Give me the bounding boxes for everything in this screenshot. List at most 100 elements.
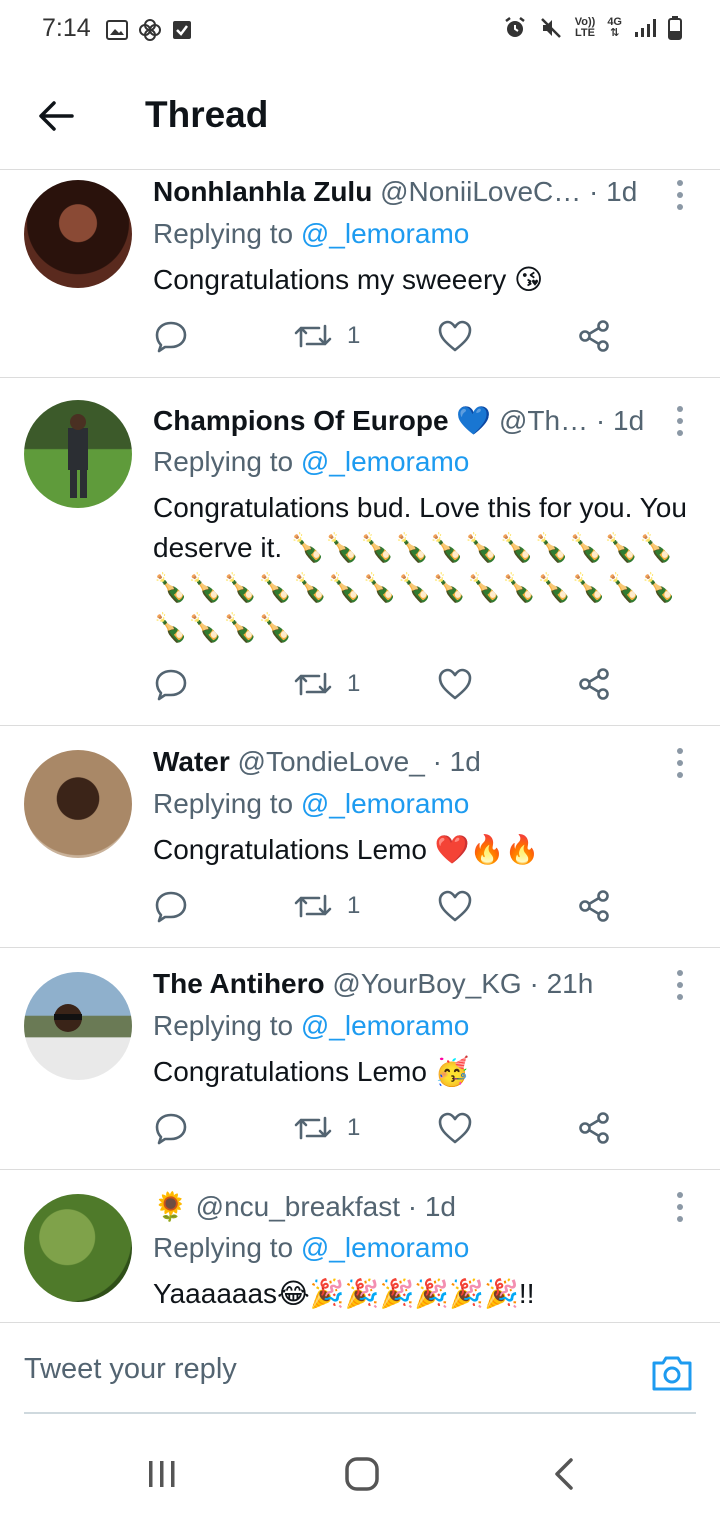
retweet-icon xyxy=(294,324,332,348)
thread-header: Thread xyxy=(0,60,720,170)
tweet-actions: 1 xyxy=(153,316,633,356)
reply-feed[interactable]: Nonhlanhla Zulu @NoniiLoveC… · 1d Replyi… xyxy=(0,170,720,1322)
share-button[interactable] xyxy=(577,886,611,926)
nav-back-button[interactable] xyxy=(534,1454,594,1494)
retweet-button[interactable]: 1 xyxy=(293,886,360,926)
author-name[interactable]: Water xyxy=(153,746,230,777)
author-handle[interactable]: @TondieLove_ xyxy=(238,746,425,777)
gallery-notification-icon xyxy=(106,20,128,40)
avatar[interactable] xyxy=(24,180,132,288)
reply-button[interactable] xyxy=(153,1108,189,1148)
mention-link[interactable]: @_lemoramo xyxy=(301,1232,469,1263)
reply-icon xyxy=(155,669,187,701)
author-handle[interactable]: @ncu_breakfast xyxy=(196,1191,400,1222)
reply-icon xyxy=(155,321,187,353)
mention-link[interactable]: @_lemoramo xyxy=(301,218,469,249)
retweet-icon xyxy=(294,1116,332,1140)
tweet-item[interactable]: The Antihero @YourBoy_KG · 21h Replying … xyxy=(0,948,720,1170)
like-button[interactable] xyxy=(437,316,473,356)
pinwheel-notification-icon xyxy=(139,19,161,41)
like-icon xyxy=(438,668,472,700)
retweet-button[interactable]: 1 xyxy=(293,1108,360,1148)
nav-back-icon xyxy=(555,1458,573,1490)
checkbox-notification-icon xyxy=(173,21,191,39)
tweet-text: Congratulations Lemo 🥳 xyxy=(153,1056,470,1087)
back-button[interactable] xyxy=(30,90,82,142)
like-icon xyxy=(438,1112,472,1144)
avatar[interactable] xyxy=(24,750,132,858)
reply-button[interactable] xyxy=(153,886,189,926)
share-icon xyxy=(579,1112,609,1144)
share-button[interactable] xyxy=(577,1108,611,1148)
more-options-icon[interactable] xyxy=(670,406,690,436)
author-handle[interactable]: @YourBoy_KG xyxy=(332,968,521,999)
more-options-icon[interactable] xyxy=(670,970,690,1000)
avatar[interactable] xyxy=(24,400,132,508)
reply-input[interactable] xyxy=(24,1353,584,1386)
system-nav-bar xyxy=(0,1414,720,1520)
author-handle[interactable]: @NoniiLoveC… xyxy=(380,176,581,207)
camera-icon xyxy=(652,1356,692,1391)
tweet-text: Congratulations my sweeery 😘 xyxy=(153,264,544,295)
recents-button[interactable] xyxy=(132,1454,192,1494)
tweet-time: · 21h xyxy=(529,968,594,999)
like-icon xyxy=(438,320,472,352)
tweet-time: · 1d xyxy=(589,176,638,207)
replying-to: Replying to @_lemoramo xyxy=(153,1232,470,1263)
like-icon xyxy=(438,890,472,922)
recents-icon xyxy=(149,1461,175,1487)
author-handle[interactable]: @Th… xyxy=(499,405,588,436)
tweet-item[interactable]: 🌻 @ncu_breakfast · 1d Replying to @_lemo… xyxy=(0,1170,720,1322)
author-name[interactable]: Champions Of Europe 💙 xyxy=(153,405,491,436)
replying-to: Replying to @_lemoramo xyxy=(153,218,470,249)
retweet-count: 1 xyxy=(347,892,361,919)
author-name[interactable]: The Antihero xyxy=(153,968,325,999)
mention-link[interactable]: @_lemoramo xyxy=(301,1010,469,1041)
tweet-time: · 1d xyxy=(595,405,645,436)
volte-indicator: Vo)) LTE xyxy=(574,16,596,39)
avatar[interactable] xyxy=(24,1194,132,1302)
reply-button[interactable] xyxy=(153,316,189,356)
home-button[interactable] xyxy=(332,1454,392,1494)
tweet-time: · 1d xyxy=(407,1191,456,1222)
like-button[interactable] xyxy=(437,664,473,704)
alarm-icon xyxy=(504,17,525,37)
retweet-count: 1 xyxy=(347,1114,361,1141)
reply-icon xyxy=(155,1113,187,1145)
author-name[interactable]: 🌻 xyxy=(153,1191,188,1222)
tweet-text: Congratulations Lemo ❤️🔥🔥 xyxy=(153,834,540,865)
retweet-count: 1 xyxy=(347,322,361,349)
back-arrow-icon xyxy=(39,101,74,131)
avatar[interactable] xyxy=(24,972,132,1080)
share-button[interactable] xyxy=(577,316,611,356)
camera-button[interactable] xyxy=(650,1353,694,1393)
more-options-icon[interactable] xyxy=(670,748,690,778)
page-title: Thread xyxy=(145,94,269,135)
mute-icon xyxy=(540,18,561,38)
retweet-button[interactable]: 1 xyxy=(293,664,360,704)
author-name[interactable]: Nonhlanhla Zulu xyxy=(153,176,372,207)
battery-icon xyxy=(668,16,682,40)
mention-link[interactable]: @_lemoramo xyxy=(301,446,469,477)
more-options-icon[interactable] xyxy=(670,1192,690,1222)
tweet-actions: 1 xyxy=(153,664,633,704)
replying-to: Replying to @_lemoramo xyxy=(153,446,470,477)
tweet-item[interactable]: Water @TondieLove_ · 1d Replying to @_le… xyxy=(0,726,720,948)
share-button[interactable] xyxy=(577,664,611,704)
status-bar: 7:14 Vo)) LTE 4G ⇅ xyxy=(0,0,720,60)
reply-button[interactable] xyxy=(153,664,189,704)
share-icon xyxy=(579,320,609,352)
like-button[interactable] xyxy=(437,886,473,926)
tweet-text: Yaaaaaas😂🎉🎉🎉🎉🎉🎉!! xyxy=(153,1278,535,1309)
retweet-icon xyxy=(294,894,332,918)
network-type: 4G ⇅ xyxy=(607,16,622,39)
replying-to: Replying to @_lemoramo xyxy=(153,1010,470,1041)
reply-icon xyxy=(155,891,187,923)
mention-link[interactable]: @_lemoramo xyxy=(301,788,469,819)
tweet-item[interactable]: Champions Of Europe 💙 @Th… · 1d Replying… xyxy=(0,378,720,726)
replying-to: Replying to @_lemoramo xyxy=(153,788,470,819)
more-options-icon[interactable] xyxy=(670,180,690,210)
retweet-button[interactable]: 1 xyxy=(293,316,360,356)
tweet-item[interactable]: Nonhlanhla Zulu @NoniiLoveC… · 1d Replyi… xyxy=(0,170,720,378)
like-button[interactable] xyxy=(437,1108,473,1148)
